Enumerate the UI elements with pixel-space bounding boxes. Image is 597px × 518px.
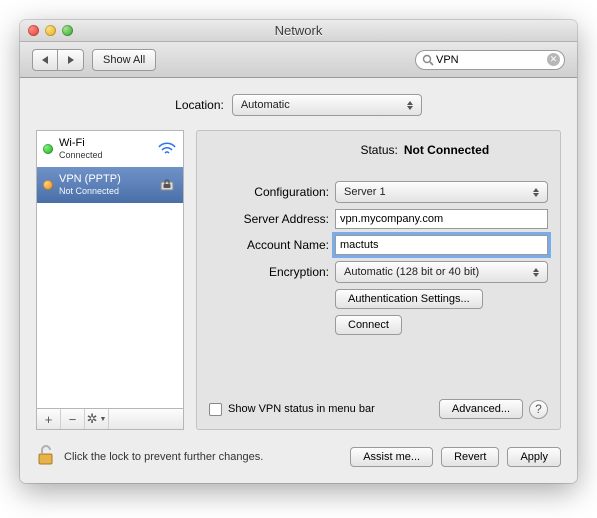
remove-service-button[interactable]: − [61, 409, 85, 429]
chevron-right-icon [68, 56, 74, 64]
status-label: Status: [268, 143, 398, 157]
status-dot-orange-icon [43, 180, 53, 190]
apply-button[interactable]: Apply [507, 447, 561, 467]
sidebar-item-sub: Connected [59, 150, 151, 161]
network-window: Network Show All ✕ Location: Automatic [20, 20, 577, 483]
clear-search-button[interactable]: ✕ [547, 53, 560, 66]
traffic-lights [20, 25, 73, 36]
lock-icon [157, 177, 177, 193]
panel-footer: Show VPN status in menu bar Advanced... … [209, 399, 548, 419]
sidebar-wrap: Wi-Fi Connected VPN (PPTP) Not Connected [36, 130, 184, 430]
configuration-value: Server 1 [344, 186, 386, 198]
actions-menu-button[interactable]: ✲▼ [85, 409, 109, 429]
location-select[interactable]: Automatic [232, 94, 422, 116]
location-value: Automatic [241, 99, 290, 111]
nav-segmented [32, 49, 84, 71]
sidebar-item-wifi[interactable]: Wi-Fi Connected [37, 131, 183, 167]
configuration-select[interactable]: Server 1 [335, 181, 548, 203]
connect-button[interactable]: Connect [335, 315, 402, 335]
status-dot-green-icon [43, 144, 53, 154]
server-address-label: Server Address: [209, 212, 329, 226]
window-title: Network [20, 23, 577, 38]
bottom-bar: Click the lock to prevent further change… [36, 444, 561, 469]
sidebar-item-label: Wi-Fi [59, 137, 151, 150]
close-window-button[interactable] [28, 25, 39, 36]
sidebar-item-label: VPN (PPTP) [59, 173, 151, 186]
encryption-value: Automatic (128 bit or 40 bit) [344, 266, 479, 278]
location-row: Location: Automatic [36, 94, 561, 116]
auth-settings-button[interactable]: Authentication Settings... [335, 289, 483, 309]
unlock-icon[interactable] [36, 444, 56, 469]
settings-panel: Status: Not Connected Configuration: Ser… [196, 130, 561, 430]
sidebar-footer: + − ✲▼ [36, 408, 184, 430]
add-service-button[interactable]: + [37, 409, 61, 429]
sidebar-item-sub: Not Connected [59, 186, 151, 197]
server-address-input[interactable] [335, 209, 548, 229]
configuration-label: Configuration: [209, 185, 329, 199]
show-vpn-status-label: Show VPN status in menu bar [228, 403, 375, 415]
show-all-button[interactable]: Show All [92, 49, 156, 71]
zoom-window-button[interactable] [62, 25, 73, 36]
encryption-select[interactable]: Automatic (128 bit or 40 bit) [335, 261, 548, 283]
back-button[interactable] [32, 49, 58, 71]
help-button[interactable]: ? [529, 400, 548, 419]
updown-icon [529, 184, 543, 200]
status-row: Status: Not Connected [209, 143, 548, 157]
updown-icon [403, 97, 417, 113]
lock-text: Click the lock to prevent further change… [64, 451, 263, 463]
account-name-input[interactable] [335, 235, 548, 255]
location-label: Location: [175, 98, 224, 112]
updown-icon [529, 264, 543, 280]
sidebar-item-vpn[interactable]: VPN (PPTP) Not Connected [37, 167, 183, 203]
toolbar: Show All ✕ [20, 42, 577, 78]
encryption-label: Encryption: [209, 265, 329, 279]
titlebar: Network [20, 20, 577, 42]
forward-button[interactable] [58, 49, 84, 71]
minimize-window-button[interactable] [45, 25, 56, 36]
gear-icon: ✲ [87, 411, 98, 427]
revert-button[interactable]: Revert [441, 447, 499, 467]
search-input[interactable] [434, 53, 547, 67]
status-value: Not Connected [404, 143, 489, 157]
search-icon [422, 54, 434, 66]
network-list[interactable]: Wi-Fi Connected VPN (PPTP) Not Connected [36, 130, 184, 408]
assist-me-button[interactable]: Assist me... [350, 447, 433, 467]
chevron-down-icon: ▼ [99, 416, 106, 423]
main-area: Wi-Fi Connected VPN (PPTP) Not Connected [36, 130, 561, 430]
chevron-left-icon [42, 56, 48, 64]
content-area: Location: Automatic Wi-Fi Connected [20, 78, 577, 483]
account-name-label: Account Name: [209, 238, 329, 252]
wifi-icon [157, 141, 177, 157]
show-vpn-status-checkbox[interactable] [209, 403, 222, 416]
advanced-button[interactable]: Advanced... [439, 399, 523, 419]
search-field[interactable]: ✕ [415, 50, 565, 70]
